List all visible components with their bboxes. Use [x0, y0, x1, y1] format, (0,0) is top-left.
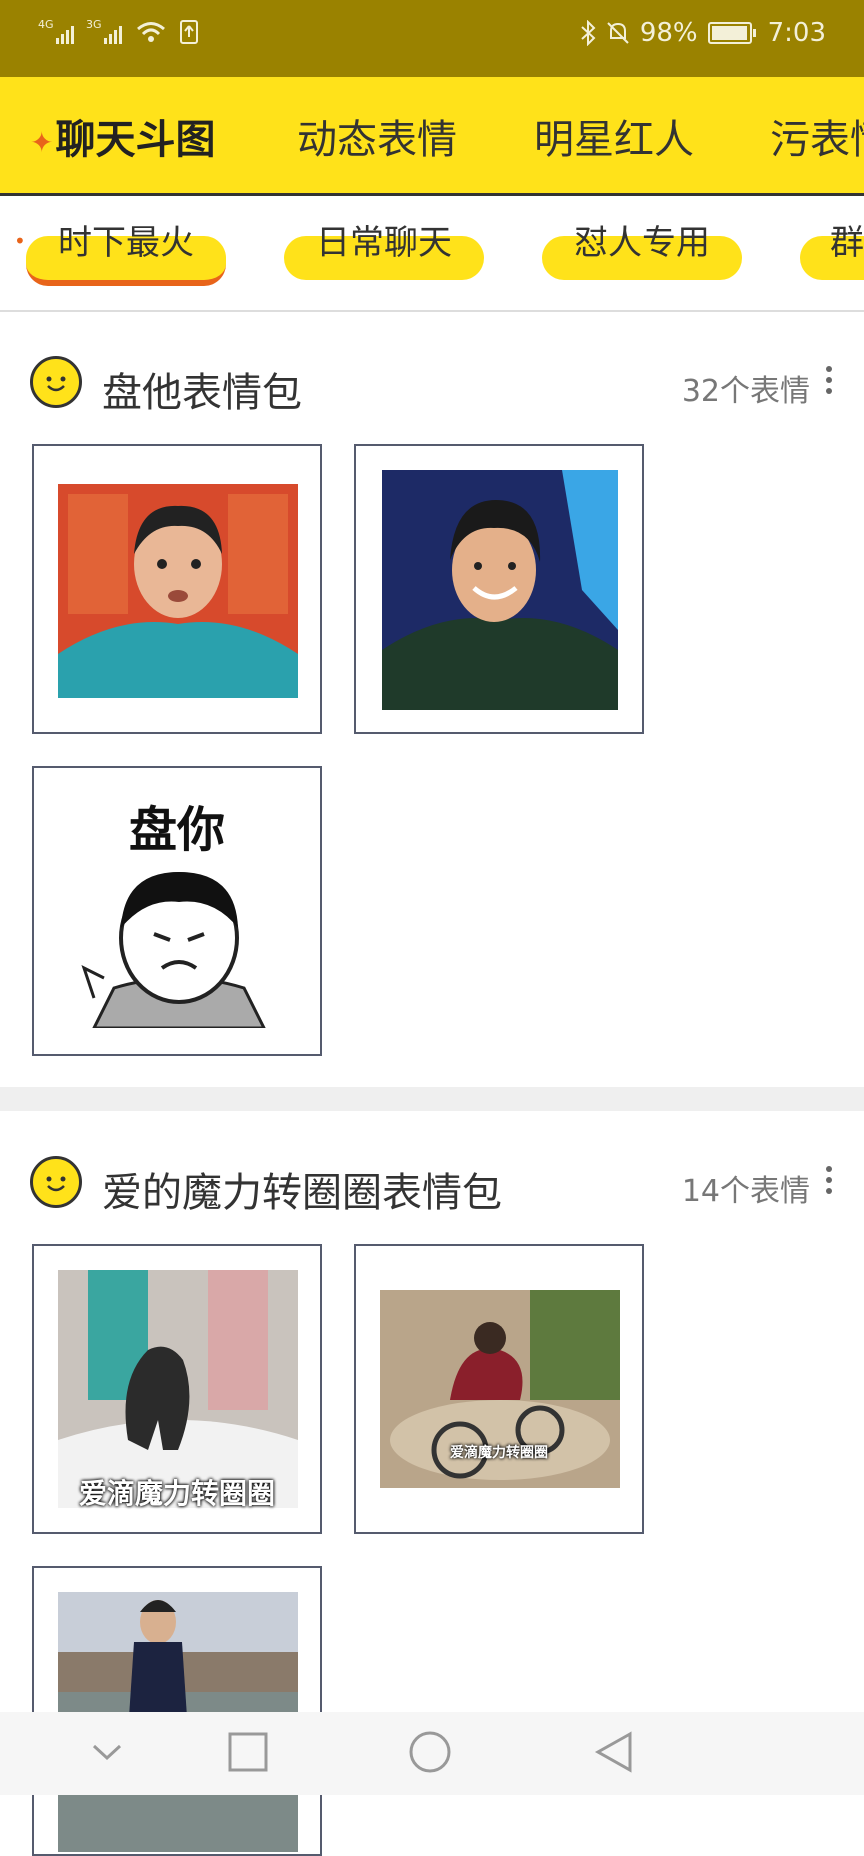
meme-thumbnail[interactable] [32, 444, 322, 734]
back-triangle-icon[interactable] [592, 1730, 636, 1774]
more-options-icon[interactable] [826, 1166, 834, 1194]
emoji-count: 32个表情 [681, 374, 810, 409]
meme-image [382, 470, 618, 710]
subtab-daily-chat[interactable]: 日常聊天 [284, 226, 484, 280]
meme-thumbnail[interactable]: 爱滴魔力转圈圈 [354, 1244, 644, 1534]
clock: 7:03 [767, 18, 826, 48]
bluetooth-icon [581, 20, 596, 46]
meme-thumbnail[interactable]: 盘你 [32, 766, 322, 1056]
sub-tab-bar: • 时下最火 日常聊天 怼人专用 群 [0, 196, 864, 312]
smiley-icon [30, 356, 82, 408]
subtab-trending[interactable]: • 时下最火 [14, 226, 226, 286]
subtab-roast[interactable]: 怼人专用 [542, 226, 742, 280]
network-type-label: 4G [38, 18, 54, 31]
section-divider [0, 1087, 864, 1111]
subtab-label: 日常聊天 [316, 223, 452, 263]
meme-caption: 爱滴魔力转圈圈 [450, 1445, 548, 1461]
chevron-down-icon[interactable] [90, 1730, 124, 1774]
wifi-icon [137, 22, 165, 42]
subtab-group[interactable]: 群 [800, 226, 864, 280]
dot-icon: • [14, 229, 26, 253]
subtab-label: 群 [830, 223, 864, 263]
meme-thumbnail[interactable]: 爱滴魔力转圈圈 [32, 1244, 322, 1534]
upload-icon [180, 20, 198, 44]
meme-image [58, 484, 298, 698]
mute-bell-icon [607, 22, 629, 44]
signal-icon-2: 3G [86, 18, 122, 44]
section-header[interactable]: 盘他表情包 32个表情 [30, 356, 840, 416]
tab-chat-meme[interactable]: ✦聊天斗图 [30, 107, 215, 165]
emoji-count: 14个表情 [681, 1174, 810, 1209]
subtab-label: 怼人专用 [574, 223, 710, 263]
meme-thumbnail[interactable] [32, 1566, 322, 1856]
circle-icon[interactable] [408, 1730, 452, 1774]
tab-celebrity[interactable]: 明星红人 [534, 107, 694, 165]
meme-caption: 盘你 [128, 802, 225, 858]
meme-image [81, 872, 266, 1028]
status-bar: 4G 3G 98% 7:03 [0, 0, 864, 77]
top-tab-bar: ✦聊天斗图 动态表情 明星红人 污表情 [0, 77, 864, 196]
meme-thumbnail[interactable] [354, 444, 644, 734]
sparkle-icon: ✦ [30, 125, 54, 159]
network-type-label-2: 3G [86, 18, 102, 31]
battery-icon [707, 22, 756, 44]
battery-percent: 98% [639, 18, 698, 48]
smiley-icon [30, 1156, 82, 1208]
subtab-label: 时下最火 [58, 223, 194, 263]
section-title: 爱的魔力转圈圈表情包 [102, 1170, 502, 1216]
more-options-icon[interactable] [826, 366, 834, 394]
section-header[interactable]: 爱的魔力转圈圈表情包 14个表情 [30, 1156, 840, 1216]
square-icon[interactable] [226, 1730, 270, 1774]
section-title: 盘他表情包 [102, 370, 302, 416]
tab-label: 聊天斗图 [55, 117, 216, 163]
system-navigation-bar [0, 1712, 864, 1795]
meme-caption: 爱滴魔力转圈圈 [78, 1477, 275, 1510]
tab-naughty[interactable]: 污表情 [770, 107, 864, 165]
signal-icon: 4G [38, 18, 74, 44]
tab-animated[interactable]: 动态表情 [297, 107, 457, 165]
